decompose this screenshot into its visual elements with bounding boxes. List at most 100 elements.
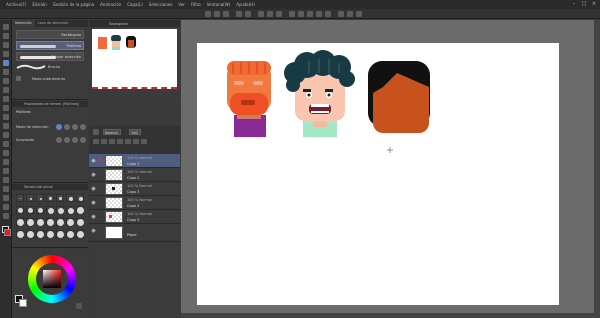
pen-tool-icon[interactable] xyxy=(3,87,9,93)
menu-edicion[interactable]: Edición xyxy=(32,2,46,7)
sub-color-swatch[interactable] xyxy=(4,229,11,236)
brush-size-cell[interactable] xyxy=(26,230,34,238)
brush-size-cell[interactable] xyxy=(76,206,84,214)
mode-intersect-selection-button[interactable] xyxy=(80,124,86,130)
ruler-tool-icon[interactable] xyxy=(3,186,9,192)
airbrush-tool-icon[interactable] xyxy=(3,114,9,120)
brush-size-cell[interactable] xyxy=(66,194,74,202)
visibility-eye-icon[interactable]: ◉ xyxy=(91,158,96,164)
selection-tool-icon[interactable] xyxy=(3,60,9,66)
menu-gestion-pagina[interactable]: Gestión de la página xyxy=(53,2,94,7)
brush-size-cell[interactable] xyxy=(16,194,24,202)
mode-subtract-selection-button[interactable] xyxy=(72,124,78,130)
brush-size-cell[interactable] xyxy=(16,206,24,214)
brush-size-cell[interactable] xyxy=(76,230,84,238)
visibility-eye-icon[interactable]: ◉ xyxy=(91,186,96,192)
clear-icon[interactable] xyxy=(258,11,264,17)
brush-size-cell[interactable] xyxy=(16,230,24,238)
new-folder-icon[interactable] xyxy=(109,139,115,144)
correct-line-tool-icon[interactable] xyxy=(3,213,9,219)
new-icon[interactable] xyxy=(205,11,211,17)
opacity-field[interactable]: 100 xyxy=(129,129,141,135)
brush-size-cell[interactable] xyxy=(16,218,24,226)
fill-tool-icon[interactable] xyxy=(3,150,9,156)
navigator-preview[interactable] xyxy=(92,29,177,89)
reference-layer-icon[interactable] xyxy=(133,139,139,144)
minimize-icon[interactable]: – xyxy=(571,1,577,7)
menu-selecciones[interactable]: Selecciones xyxy=(149,2,173,7)
clear-outside-icon[interactable] xyxy=(267,11,273,17)
delete-layer-icon[interactable] xyxy=(141,139,147,144)
eyedropper-tool-icon[interactable] xyxy=(3,78,9,84)
menu-capa[interactable]: Capa(L) xyxy=(127,2,143,7)
fill-icon[interactable] xyxy=(276,11,282,17)
settings-icon[interactable] xyxy=(16,76,21,81)
snap-special-ruler-icon[interactable] xyxy=(356,11,362,17)
menu-filtro[interactable]: Filtro xyxy=(191,2,201,7)
balloon-tool-icon[interactable] xyxy=(3,204,9,210)
brush-size-cell[interactable] xyxy=(26,194,34,202)
maximize-icon[interactable]: □ xyxy=(581,1,587,7)
visibility-eye-icon[interactable]: ◉ xyxy=(91,228,96,234)
smoothing-option-1[interactable] xyxy=(56,137,62,143)
sub-tool-polilinea[interactable]: Polilínea xyxy=(16,41,84,50)
brush-size-cell[interactable] xyxy=(66,206,74,214)
visibility-eye-icon[interactable]: ◉ xyxy=(91,200,96,206)
decoration-tool-icon[interactable] xyxy=(3,123,9,129)
brush-size-cell[interactable] xyxy=(56,194,64,202)
layer-row-capa-1[interactable]: ◉ 100 % Normal Capa 1 xyxy=(89,154,180,168)
brush-size-cell[interactable] xyxy=(36,194,44,202)
smoothing-option-2[interactable] xyxy=(64,137,70,143)
brush-size-cell[interactable] xyxy=(36,218,44,226)
blend-mode-select[interactable]: Normal xyxy=(103,129,121,135)
brush-size-cell[interactable] xyxy=(46,218,54,226)
layer-row-capa-5[interactable]: ◉ 100 % Normal Capa 5 xyxy=(89,210,180,224)
smoothing-option-3[interactable] xyxy=(72,137,78,143)
sub-tool-dibujar-seleccion[interactable]: Dibujar selección xyxy=(16,52,84,61)
expand-selection-icon[interactable] xyxy=(316,11,322,17)
clip-layer-icon[interactable] xyxy=(125,139,131,144)
layer-row-capa-2[interactable]: ◉ 100 % Normal Capa 2 xyxy=(89,168,180,182)
layer-row-capa-3[interactable]: ◉ 100 % Normal Capa 3 xyxy=(89,182,180,196)
transform-icon[interactable] xyxy=(289,11,295,17)
layer-row-papel[interactable]: ◉ Papel xyxy=(89,224,180,242)
mode-add-selection-button[interactable] xyxy=(64,124,70,130)
swap-colors-icon[interactable] xyxy=(76,303,82,309)
brush-size-cell[interactable] xyxy=(66,218,74,226)
brush-size-cell[interactable] xyxy=(56,230,64,238)
open-icon[interactable] xyxy=(214,11,220,17)
sub-tool-option[interactable]: Modo subtramento xyxy=(32,77,65,81)
menu-ver[interactable]: Ver xyxy=(178,2,185,7)
zoom-tool-icon[interactable] xyxy=(3,24,9,30)
auto-select-tool-icon[interactable] xyxy=(3,69,9,75)
horizontal-scrollbar[interactable] xyxy=(181,313,600,318)
frame-tool-icon[interactable] xyxy=(3,177,9,183)
vertical-scrollbar[interactable] xyxy=(594,20,600,313)
gradient-tool-icon[interactable] xyxy=(3,159,9,165)
visibility-eye-icon[interactable]: ◉ xyxy=(91,172,96,178)
brush-size-cell[interactable] xyxy=(66,230,74,238)
layer-row-capa-4[interactable]: ◉ 100 % Normal Capa 4 xyxy=(89,196,180,210)
eraser-tool-icon[interactable] xyxy=(3,132,9,138)
pencil-tool-icon[interactable] xyxy=(3,96,9,102)
snap-grid-icon[interactable] xyxy=(347,11,353,17)
layer-property-icon[interactable] xyxy=(93,129,99,135)
move-layer-tool-icon[interactable] xyxy=(3,51,9,57)
smoothing-option-4[interactable] xyxy=(80,137,86,143)
saturation-value-square[interactable] xyxy=(43,270,61,288)
snap-ruler-icon[interactable] xyxy=(338,11,344,17)
close-icon[interactable]: × xyxy=(591,1,597,7)
invert-selection-icon[interactable] xyxy=(307,11,313,17)
menu-ayuda[interactable]: Ayuda(H) xyxy=(236,2,255,7)
brush-size-cell[interactable] xyxy=(56,218,64,226)
sub-color-indicator[interactable] xyxy=(19,299,27,307)
tab-lazo-seleccion[interactable]: Lazo de selección xyxy=(35,20,72,27)
brush-size-cell[interactable] xyxy=(26,218,34,226)
brush-size-cell[interactable] xyxy=(76,218,84,226)
brush-size-cell[interactable] xyxy=(26,206,34,214)
sub-tool-rectangulo[interactable]: Rectángulo xyxy=(16,30,84,39)
menu-archivo[interactable]: Archivo(F) xyxy=(6,2,26,7)
brush-size-cell[interactable] xyxy=(36,206,44,214)
new-vector-layer-icon[interactable] xyxy=(101,139,107,144)
brush-size-cell[interactable] xyxy=(36,230,44,238)
